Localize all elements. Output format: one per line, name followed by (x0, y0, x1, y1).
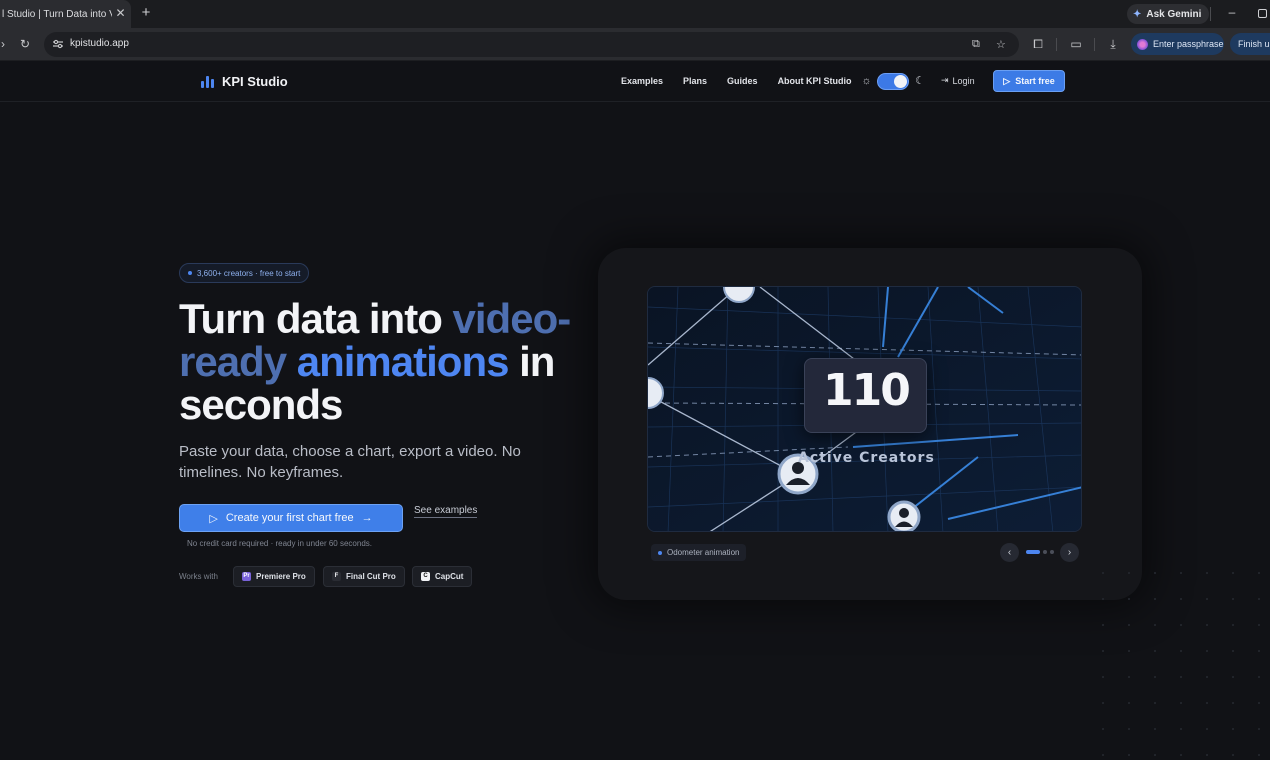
headline-text: seconds (179, 381, 343, 428)
create-chart-button[interactable]: ▷ Create your first chart free → (179, 504, 403, 532)
toolbar-divider (1056, 38, 1057, 51)
avatar-node-icon (887, 500, 921, 531)
play-icon: ▷ (209, 512, 218, 525)
brand-name: KPI Studio (222, 74, 288, 89)
gemini-sparkle-icon: ✦ (1133, 8, 1142, 20)
bar-chart-logo-icon (201, 75, 214, 88)
login-label: Login (952, 75, 975, 86)
forward-arrow-icon[interactable]: › (0, 37, 10, 51)
final-cut-pro-icon: F (332, 572, 341, 581)
passphrase-label: Enter passphrase (1153, 39, 1224, 49)
arrow-right-icon: → (361, 512, 373, 524)
nav-examples[interactable]: Examples (621, 76, 663, 86)
tool-premiere-pro: Pr Premiere Pro (233, 566, 315, 587)
site-header: KPI Studio Examples Plans Guides About K… (0, 61, 1270, 102)
headline-accent: video- (452, 295, 572, 342)
animation-preview: 110 Active Creators (647, 286, 1082, 532)
login-link[interactable]: ⇥ Login (941, 75, 975, 86)
headline-accent: animations (296, 338, 510, 385)
theme-toggle[interactable] (877, 73, 909, 90)
carousel-dot[interactable] (1050, 550, 1054, 554)
animation-type-label: Odometer animation (651, 544, 747, 561)
brand-logo[interactable]: KPI Studio (201, 74, 288, 89)
profile-avatar-icon (1137, 38, 1148, 50)
odometer-counter: 110 (804, 358, 927, 433)
ask-gemini-label: Ask Gemini (1146, 8, 1202, 20)
odometer-digits: 110 (823, 365, 911, 416)
badge-text: 3,600+ creators · free to start (197, 268, 301, 278)
download-icon[interactable]: ⤓ (1106, 37, 1120, 51)
headline-text: Turn data into (179, 295, 453, 342)
works-with-label: Works with (179, 572, 218, 581)
reading-mode-icon[interactable]: ▭ (1069, 37, 1083, 51)
label-dot-icon (658, 550, 662, 555)
restore-window-icon[interactable] (1258, 9, 1267, 18)
headline-accent: ready (179, 338, 287, 385)
sun-icon: ☼ (861, 75, 872, 87)
decorative-dot-grid (1090, 560, 1270, 760)
extensions-icon[interactable]: ⧠ (1031, 37, 1045, 51)
login-icon: ⇥ (941, 75, 949, 85)
see-examples-link[interactable]: See examples (414, 505, 478, 518)
cta-label: Create your first chart free (225, 512, 354, 524)
premiere-pro-icon: Pr (242, 572, 251, 581)
nav-about[interactable]: About KPI Studio (778, 76, 852, 86)
tool-name: CapCut (435, 572, 464, 581)
start-free-button[interactable]: ▷ Start free (993, 70, 1065, 92)
minimize-window-icon[interactable]: – (1226, 5, 1238, 19)
site-info-icon[interactable] (52, 38, 64, 50)
start-free-label: Start free (1015, 76, 1055, 86)
main-nav: Examples Plans Guides About KPI Studio (621, 76, 852, 86)
play-icon: ▷ (1003, 75, 1011, 86)
tool-final-cut-pro: F Final Cut Pro (323, 566, 405, 587)
finish-update-button[interactable]: Finish up (1230, 33, 1270, 55)
browser-tabbar: l Studio | Turn Data into Vide ✕ + ✦ Ask… (0, 0, 1270, 28)
tab-title: l Studio | Turn Data into Vide (2, 8, 112, 20)
browser-toolbar: › ↻ kpistudio.app ⧉ ☆ ⧠ ▭ ⤓ Enter passph… (0, 28, 1270, 61)
nav-guides[interactable]: Guides (727, 76, 758, 86)
carousel-prev-button[interactable]: ‹ (1000, 543, 1019, 562)
moon-icon: ☾ (915, 75, 925, 87)
hero-headline: Turn data into video-ready animations in… (179, 297, 599, 426)
tool-name: Final Cut Pro (346, 572, 396, 581)
finish-label: Finish up (1238, 39, 1270, 49)
tool-name: Premiere Pro (256, 572, 306, 581)
animation-label: Odometer animation (667, 548, 740, 557)
toggle-knob (894, 75, 907, 88)
enter-passphrase-button[interactable]: Enter passphrase (1131, 33, 1224, 55)
no-credit-card-note: No credit card required · ready in under… (187, 539, 372, 548)
toolbar-divider (1094, 38, 1095, 51)
carousel-dots (1026, 550, 1054, 554)
capcut-icon: C (421, 572, 430, 581)
badge-dot-icon (188, 271, 192, 275)
window-controls-divider (1210, 7, 1211, 21)
tab-close-icon[interactable]: ✕ (114, 7, 127, 20)
carousel-dot[interactable] (1043, 550, 1047, 554)
creators-badge: 3,600+ creators · free to start (179, 263, 310, 283)
nav-plans[interactable]: Plans (683, 76, 707, 86)
carousel-dot[interactable] (1026, 550, 1040, 554)
new-tab-button[interactable]: + (138, 5, 154, 21)
bookmark-star-icon[interactable]: ☆ (996, 38, 1006, 51)
carousel-next-button[interactable]: › (1060, 543, 1079, 562)
odometer-caption: Active Creators (798, 450, 935, 466)
url-text: kpistudio.app (70, 38, 129, 49)
headline-text: in (508, 338, 555, 385)
reload-icon[interactable]: ↻ (18, 37, 32, 51)
address-bar[interactable]: kpistudio.app ⧉ ☆ (44, 32, 1019, 57)
ask-gemini-button[interactable]: ✦ Ask Gemini (1127, 4, 1210, 24)
tool-capcut: C CapCut (412, 566, 473, 587)
install-app-icon[interactable]: ⧉ (972, 38, 980, 51)
headline-space (286, 338, 297, 385)
browser-tab[interactable]: l Studio | Turn Data into Vide ✕ (0, 0, 131, 28)
hero-subtitle: Paste your data, choose a chart, export … (179, 443, 521, 481)
